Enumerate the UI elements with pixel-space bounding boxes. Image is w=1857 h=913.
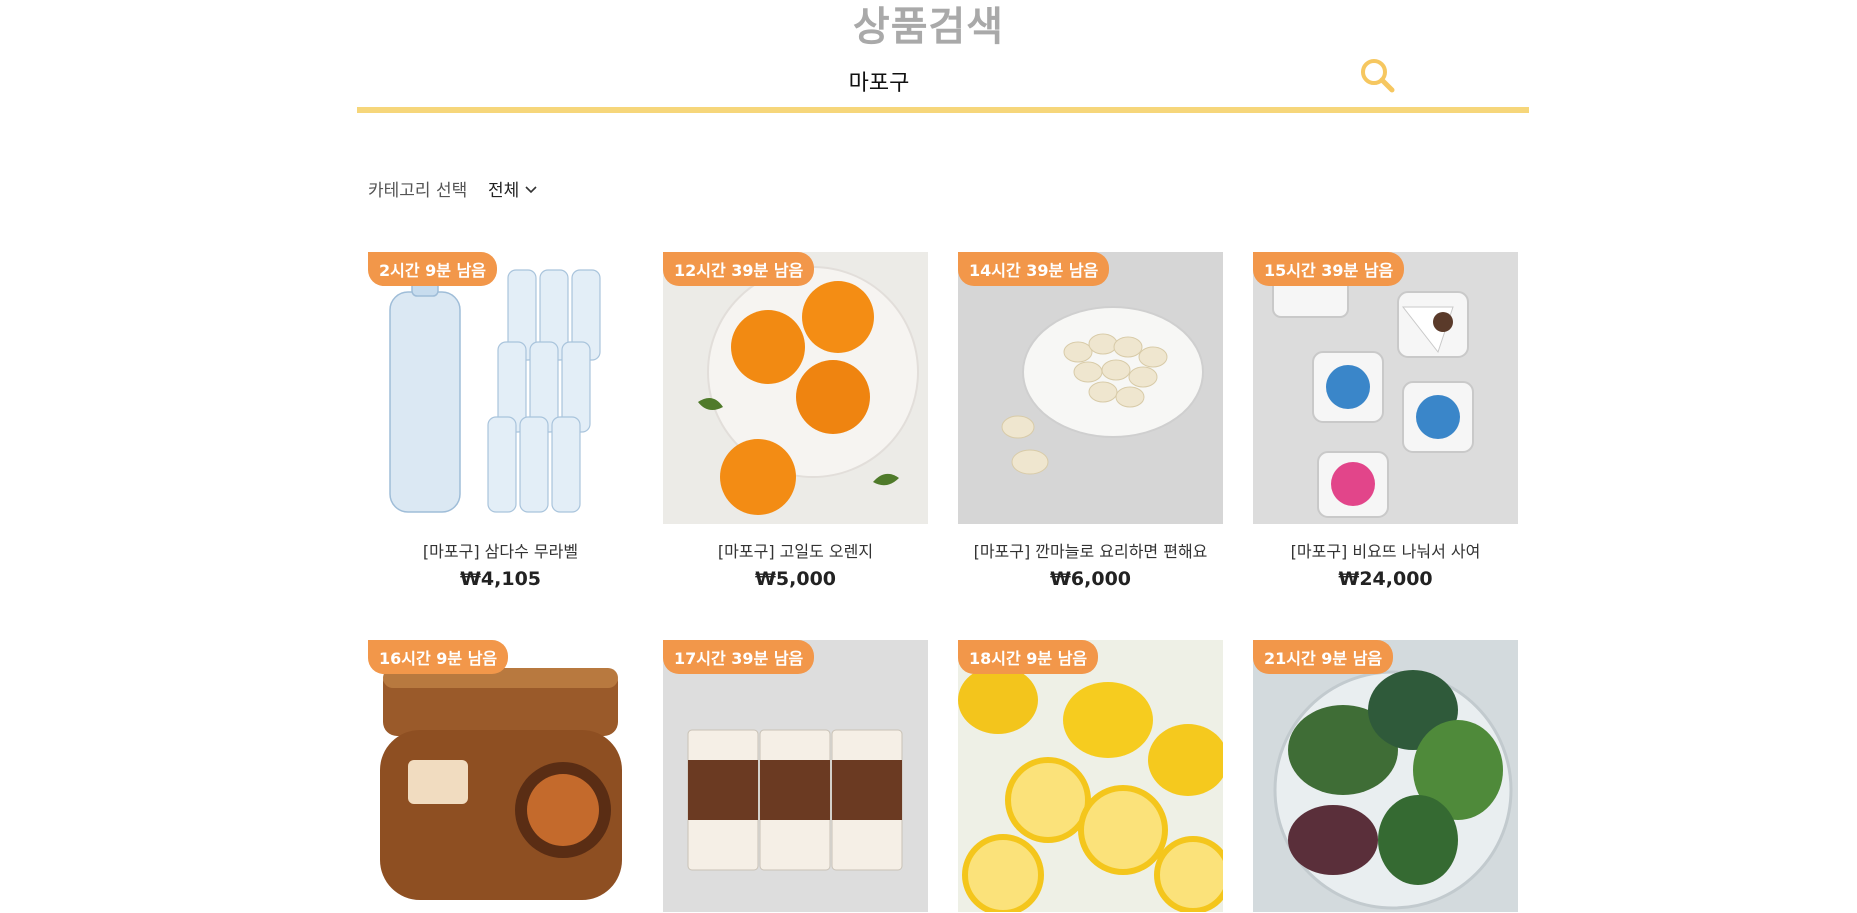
time-left-badge: 15시간 39분 남음: [1253, 252, 1405, 286]
category-selected-value: 전체: [488, 181, 520, 201]
product-thumbnail[interactable]: 12시간 39분 남음: [663, 252, 928, 524]
product-thumbnail[interactable]: 16시간 9분 남음: [368, 640, 633, 912]
search-button[interactable]: [1356, 54, 1400, 98]
product-card[interactable]: 12시간 39분 남음 [마포구] 고일도 오렌지 ₩5,000: [663, 252, 928, 590]
product-thumbnail[interactable]: 15시간 39분 남음: [1253, 252, 1518, 524]
doenjang-jjigae-image: [368, 640, 633, 912]
product-price: ₩24,000: [1338, 568, 1433, 590]
product-card[interactable]: 2시간 9분 남음 [마포구] 삼다수 무라벨 ₩4,105: [368, 252, 633, 590]
product-card[interactable]: 15시간 39분 남음 [마포구] 비요뜨 나눠서 사여 ₩24,000: [1253, 252, 1518, 590]
time-left-badge: 21시간 9분 남음: [1253, 640, 1394, 674]
product-thumbnail[interactable]: 14시간 39분 남음: [958, 252, 1223, 524]
product-name[interactable]: [마포구] 비요뜨 나눠서 사여: [1253, 538, 1518, 562]
time-left-badge: 12시간 39분 남음: [663, 252, 815, 286]
search-input[interactable]: [557, 62, 1201, 100]
product-price: ₩5,000: [754, 568, 837, 590]
time-left-badge: 16시간 9분 남음: [368, 640, 509, 674]
oranges-image: [663, 252, 928, 524]
time-left-badge: 14시간 39분 남음: [958, 252, 1110, 286]
chevron-down-icon: [525, 186, 537, 194]
lemons-image: [958, 640, 1223, 912]
product-card[interactable]: 16시간 9분 남음: [368, 640, 633, 912]
product-name[interactable]: [마포구] 깐마늘로 요리하면 편해요: [958, 538, 1223, 562]
product-thumbnail[interactable]: 18시간 9분 남음: [958, 640, 1223, 912]
product-thumbnail[interactable]: 21시간 9분 남음: [1253, 640, 1518, 912]
product-price: ₩4,105: [459, 568, 542, 590]
leafy-greens-image: [1253, 640, 1518, 912]
yogurt-image: [1253, 252, 1518, 524]
product-card[interactable]: 21시간 9분 남음: [1253, 640, 1518, 912]
time-left-badge: 17시간 39분 남음: [663, 640, 815, 674]
time-left-badge: 18시간 9분 남음: [958, 640, 1099, 674]
search-bar: [357, 52, 1529, 113]
time-left-badge: 2시간 9분 남음: [368, 252, 498, 286]
chocolate-milk-image: [663, 640, 928, 912]
category-label: 카테고리 선택: [368, 181, 468, 201]
product-thumbnail[interactable]: 17시간 39분 남음: [663, 640, 928, 912]
category-dropdown[interactable]: 전체: [488, 176, 537, 201]
search-icon: [1361, 59, 1395, 93]
water-bottles-image: [368, 252, 633, 524]
product-thumbnail[interactable]: 2시간 9분 남음: [368, 252, 633, 524]
product-price: ₩6,000: [1049, 568, 1132, 590]
product-name[interactable]: [마포구] 삼다수 무라벨: [368, 538, 633, 562]
page-title: 상품검색: [852, 4, 1005, 50]
product-card[interactable]: 18시간 9분 남음: [958, 640, 1223, 912]
product-card[interactable]: 14시간 39분 남음 [마포구] 깐마늘로 요리하면 편해요 ₩6,000: [958, 252, 1223, 590]
garlic-image: [958, 252, 1223, 524]
product-name[interactable]: [마포구] 고일도 오렌지: [663, 538, 928, 562]
product-card[interactable]: 17시간 39분 남음: [663, 640, 928, 912]
